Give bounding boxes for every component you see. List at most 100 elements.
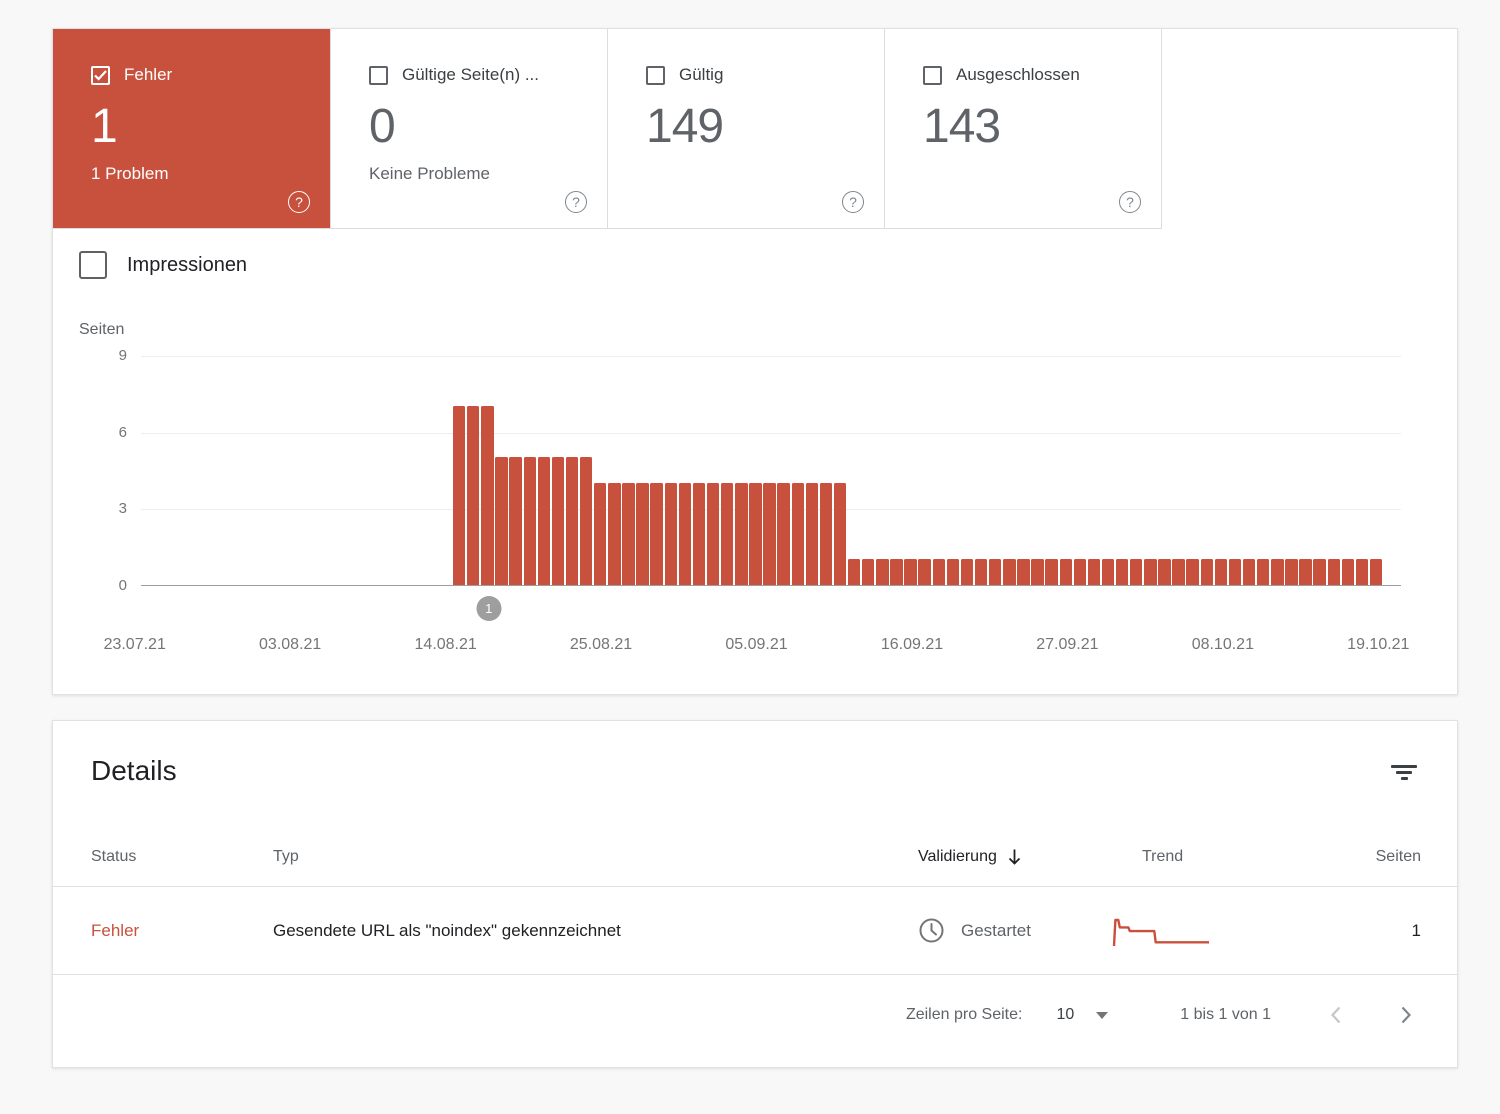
- status-card-ausgeschlossen[interactable]: Ausgeschlossen 143 ?: [885, 29, 1162, 229]
- table-header-row: Status Typ Validierung Trend Seiten: [53, 787, 1457, 887]
- chart-bar[interactable]: [721, 483, 733, 585]
- filter-icon[interactable]: [1391, 755, 1417, 780]
- impressions-checkbox[interactable]: [79, 251, 107, 279]
- chart-bar[interactable]: [848, 559, 860, 585]
- chart-annotation-marker[interactable]: 1: [476, 596, 501, 621]
- chart-bar[interactable]: [1257, 559, 1269, 585]
- help-icon[interactable]: ?: [288, 191, 310, 213]
- chart-bar[interactable]: [594, 483, 606, 585]
- chart-bar[interactable]: [1172, 559, 1184, 585]
- column-header-typ[interactable]: Typ: [273, 848, 918, 866]
- chart-bar[interactable]: [1328, 559, 1340, 585]
- chart-bar[interactable]: [1144, 559, 1156, 585]
- chart-bar[interactable]: [622, 483, 634, 585]
- chart-bar[interactable]: [1243, 559, 1255, 585]
- chart-bar[interactable]: [1088, 559, 1100, 585]
- next-page-button[interactable]: [1400, 1005, 1413, 1025]
- chart-bar[interactable]: [1285, 559, 1297, 585]
- chart-bar[interactable]: [538, 457, 550, 585]
- chart-bar[interactable]: [947, 559, 959, 585]
- chart-bar[interactable]: [566, 457, 578, 585]
- x-axis-labels: 23.07.2103.08.2114.08.2125.08.2105.09.21…: [141, 636, 1401, 658]
- chart-bar[interactable]: [749, 483, 761, 585]
- rows-per-page-select[interactable]: 10: [1056, 1006, 1108, 1024]
- fehler-checkbox[interactable]: [91, 66, 110, 85]
- chart-bar[interactable]: [904, 559, 916, 585]
- chart-bar[interactable]: [933, 559, 945, 585]
- chart-bar[interactable]: [834, 483, 846, 585]
- chart-bar[interactable]: [961, 559, 973, 585]
- details-title: Details: [91, 755, 177, 787]
- chart-bar[interactable]: [1271, 559, 1283, 585]
- status-card-gueltig[interactable]: Gültig 149 ?: [608, 29, 885, 229]
- chart-bar[interactable]: [890, 559, 902, 585]
- chart-bar[interactable]: [1060, 559, 1072, 585]
- chart-bar[interactable]: [1102, 559, 1114, 585]
- column-header-trend[interactable]: Trend: [1142, 848, 1332, 866]
- chart-bar[interactable]: [763, 483, 775, 585]
- previous-page-button[interactable]: [1329, 1005, 1342, 1025]
- chart-bar[interactable]: [1299, 559, 1311, 585]
- chart-bar[interactable]: [580, 457, 592, 585]
- chart-bar[interactable]: [777, 483, 789, 585]
- column-header-validierung[interactable]: Validierung: [918, 848, 1142, 866]
- chart-bar[interactable]: [481, 406, 493, 585]
- table-row[interactable]: Fehler Gesendete URL als "noindex" geken…: [53, 887, 1457, 975]
- card-value: 1: [91, 99, 310, 154]
- chart-bar[interactable]: [1201, 559, 1213, 585]
- chart-bar[interactable]: [467, 406, 479, 585]
- chart-bar[interactable]: [1313, 559, 1325, 585]
- chart-bar[interactable]: [552, 457, 564, 585]
- chart-bar[interactable]: [524, 457, 536, 585]
- card-subtitle: Keine Probleme: [369, 164, 587, 184]
- chart-bar[interactable]: [735, 483, 747, 585]
- impressions-toggle[interactable]: Impressionen: [79, 251, 247, 279]
- chart-bar[interactable]: [636, 483, 648, 585]
- help-icon[interactable]: ?: [842, 191, 864, 213]
- chart-bar[interactable]: [1229, 559, 1241, 585]
- chart-bar[interactable]: [679, 483, 691, 585]
- chart-bar[interactable]: [1017, 559, 1029, 585]
- chart-bar[interactable]: [1356, 559, 1368, 585]
- column-header-status[interactable]: Status: [91, 848, 273, 866]
- chart-bar[interactable]: [989, 559, 1001, 585]
- ausgeschlossen-checkbox[interactable]: [923, 66, 942, 85]
- chart-bar[interactable]: [1342, 559, 1354, 585]
- chart-bar[interactable]: [1031, 559, 1043, 585]
- chart-bar[interactable]: [806, 483, 818, 585]
- help-icon[interactable]: ?: [565, 191, 587, 213]
- chart-bar[interactable]: [1130, 559, 1142, 585]
- chart-bar[interactable]: [1074, 559, 1086, 585]
- chart-bar[interactable]: [608, 483, 620, 585]
- chart-bar[interactable]: [792, 483, 804, 585]
- column-header-seiten[interactable]: Seiten: [1332, 848, 1421, 866]
- gueltige-seiten-checkbox[interactable]: [369, 66, 388, 85]
- chart-bar[interactable]: [918, 559, 930, 585]
- chart-bar[interactable]: [650, 483, 662, 585]
- chart-bar[interactable]: [495, 457, 507, 585]
- chart-bar[interactable]: [1045, 559, 1057, 585]
- chart-bar[interactable]: [876, 559, 888, 585]
- chart-bar[interactable]: [693, 483, 705, 585]
- gridline: [141, 356, 1401, 357]
- chart-bar[interactable]: [665, 483, 677, 585]
- coverage-summary-panel: Fehler 1 1 Problem ? Gültige Seite(n) ..…: [52, 28, 1458, 695]
- status-card-fehler[interactable]: Fehler 1 1 Problem ?: [53, 29, 331, 229]
- chart-bar[interactable]: [1116, 559, 1128, 585]
- row-validation-label: Gestartet: [961, 921, 1031, 941]
- chart-bar[interactable]: [1003, 559, 1015, 585]
- chart-bar[interactable]: [1370, 559, 1382, 585]
- chart-bar[interactable]: [707, 483, 719, 585]
- chart-bar[interactable]: [820, 483, 832, 585]
- chart-bar[interactable]: [509, 457, 521, 585]
- chart-bar[interactable]: [453, 406, 465, 585]
- help-icon[interactable]: ?: [1119, 191, 1141, 213]
- chart-bar[interactable]: [975, 559, 987, 585]
- y-axis-tick-label: 6: [85, 424, 127, 441]
- status-card-gueltige-seiten[interactable]: Gültige Seite(n) ... 0 Keine Probleme ?: [331, 29, 608, 229]
- chart-bar[interactable]: [1186, 559, 1198, 585]
- chart-bar[interactable]: [862, 559, 874, 585]
- chart-bar[interactable]: [1215, 559, 1227, 585]
- gueltig-checkbox[interactable]: [646, 66, 665, 85]
- chart-bar[interactable]: [1158, 559, 1170, 585]
